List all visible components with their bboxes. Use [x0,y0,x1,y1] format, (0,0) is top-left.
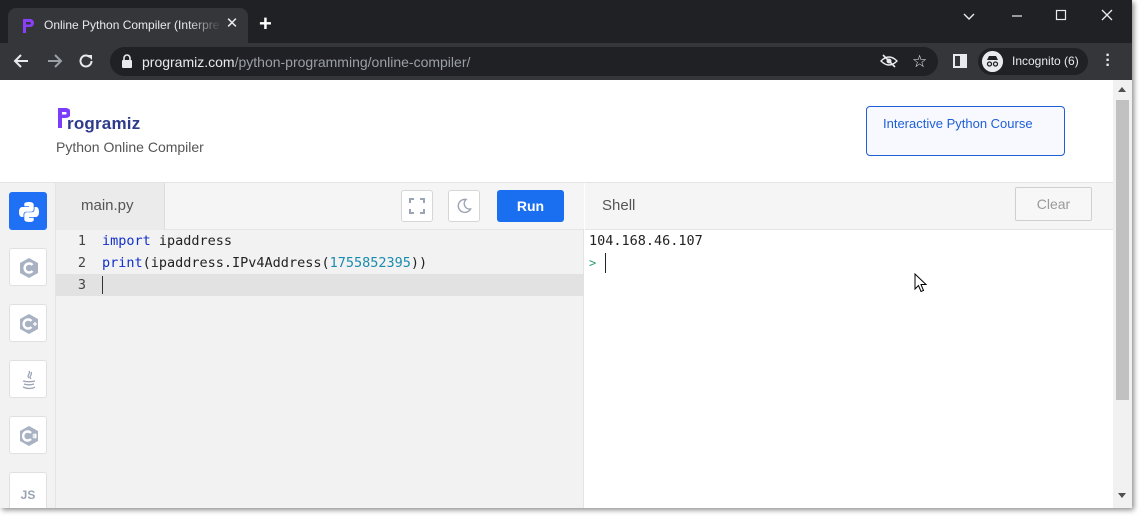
tab-close-icon[interactable]: ✕ [224,16,240,32]
address-bar[interactable]: programiz.com/python-programming/online-… [110,47,938,76]
browser-window: Online Python Compiler (Interpreter) - P… [0,0,1132,508]
code-line[interactable]: 1 import ipaddress [56,230,584,252]
shell-output[interactable]: 104.168.46.107 > [585,230,1113,508]
close-window-icon[interactable] [1096,6,1118,26]
line-number: 2 [77,255,86,271]
incognito-label: Incognito (6) [1012,54,1079,68]
code-tail: )) [410,255,428,271]
run-button[interactable]: Run [497,190,564,222]
language-java-button[interactable] [9,360,47,398]
site-header: rogramiz Python Online Compiler Interact… [0,80,1113,183]
number-literal: 1755852395 [329,255,411,271]
line-number: 1 [77,233,86,249]
file-tab-label: main.py [81,197,134,214]
eye-slash-icon[interactable] [880,54,898,68]
clear-button[interactable]: Clear [1015,187,1092,221]
browser-tab[interactable]: Online Python Compiler (Interpreter) - P… [8,8,248,43]
language-c-button[interactable] [9,248,47,286]
side-panel-icon[interactable] [953,54,967,68]
browser-menu-icon[interactable]: · · · [1105,48,1111,74]
code-rest: (ipaddress.IPv4Address( [142,255,330,271]
bookmark-star-icon[interactable]: ☆ [912,53,927,70]
forward-arrow-icon[interactable] [44,51,64,71]
dark-mode-button[interactable] [448,190,480,222]
editor-toolbar: main.py Run [56,183,584,230]
tab-search-icon[interactable] [958,6,980,26]
mouse-cursor-icon [914,273,928,293]
incognito-profile-button[interactable]: Incognito (6) [978,48,1088,75]
fullscreen-icon [409,198,425,214]
url-path: /python-programming/online-compiler/ [234,54,471,70]
java-icon [22,370,36,390]
shell-label: Shell [602,197,636,214]
scroll-up-arrow-icon[interactable] [1118,87,1126,92]
language-sidebar: JS [0,183,56,508]
minimize-icon[interactable] [1006,6,1028,26]
line-number: 3 [77,277,86,293]
code-rest: ipaddress [150,233,233,249]
language-csharp-button[interactable] [9,416,47,454]
js-icon: JS [20,488,36,502]
back-arrow-icon[interactable] [12,51,32,71]
scroll-down-arrow-icon[interactable] [1118,493,1126,498]
code-line[interactable]: 2 print(ipaddress.IPv4Address(1755852395… [56,252,584,274]
incognito-icon [982,51,1003,72]
file-tab-main-py[interactable]: main.py [56,183,165,230]
code-text: import ipaddress [102,230,232,252]
code-text: print(ipaddress.IPv4Address(1755852395)) [102,252,427,274]
cpp-icon [20,314,38,334]
shell-caret [605,253,606,273]
browser-toolbar: programiz.com/python-programming/online-… [0,43,1132,80]
shell-prompt: > [589,256,597,270]
page-scrollbar[interactable] [1113,80,1132,508]
keyword: print [102,255,143,271]
page-subtitle: Python Online Compiler [56,139,204,155]
code-editor[interactable]: 1 import ipaddress 2 print(ipaddress.IPv… [56,230,584,508]
lock-icon[interactable] [121,54,133,68]
maximize-icon[interactable] [1050,6,1072,26]
url-text[interactable]: programiz.com/python-programming/online-… [142,54,470,70]
tab-strip: Online Python Compiler (Interpreter) - P… [0,0,1132,43]
c-icon [20,258,38,278]
language-python-button[interactable] [9,192,47,230]
scrollbar-thumb[interactable] [1116,100,1129,400]
programiz-favicon-icon [23,19,34,33]
language-cpp-button[interactable] [9,304,47,342]
logo-text: rogramiz [67,114,141,133]
reload-icon[interactable] [76,51,96,71]
shell-output-line: 104.168.46.107 [589,233,703,249]
csharp-icon [20,426,38,446]
web-page: rogramiz Python Online Compiler Interact… [0,80,1113,508]
text-cursor [102,276,103,294]
keyword: import [102,233,151,249]
new-tab-button[interactable]: + [259,13,272,35]
fullscreen-button[interactable] [401,190,433,222]
language-js-button[interactable]: JS [9,472,47,508]
shell-toolbar: Shell Clear [585,183,1113,230]
python-icon [19,202,39,222]
interactive-course-button[interactable]: Interactive Python Course [866,106,1065,156]
url-host: programiz.com [142,54,235,70]
moon-icon [457,198,472,214]
code-line-current[interactable]: 3 [56,274,584,296]
tab-title-fade [188,14,222,36]
